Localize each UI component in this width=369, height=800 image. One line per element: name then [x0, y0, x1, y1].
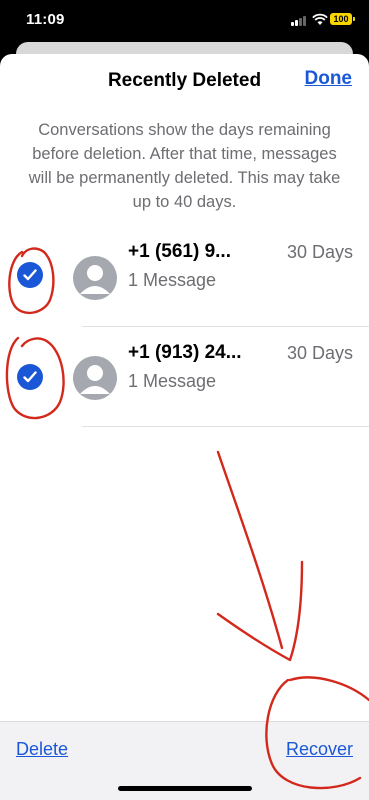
- days-remaining: 30 Days: [286, 343, 353, 363]
- conversation-name: +1 (561) 9...: [128, 241, 231, 262]
- conversation-name: +1 (913) 24...: [128, 342, 242, 363]
- days-remaining: 30 Days: [286, 242, 353, 262]
- recently-deleted-sheet: Recently Deleted Done Conversations show…: [0, 54, 369, 800]
- status-bar: 11:09 100: [0, 0, 369, 44]
- recover-button[interactable]: Recover: [286, 739, 353, 760]
- delete-button[interactable]: Delete: [16, 739, 68, 760]
- conversation-row[interactable]: +1 (561) 9... 30 Days 1 Message: [0, 224, 369, 324]
- checkbox-selected[interactable]: [17, 364, 43, 390]
- conversation-row[interactable]: +1 (913) 24... 30 Days 1 Message: [0, 326, 369, 426]
- message-count: 1 Message: [128, 270, 217, 290]
- checkbox-selected[interactable]: [17, 262, 43, 288]
- divider: [82, 426, 369, 427]
- contact-avatar-icon: [73, 356, 117, 400]
- wifi-icon: [312, 13, 328, 25]
- cellular-signal-icon: [291, 15, 309, 26]
- battery-icon: 100: [330, 13, 355, 25]
- status-time: 11:09: [26, 11, 65, 28]
- contact-avatar-icon: [73, 256, 117, 300]
- home-indicator: [118, 786, 252, 791]
- done-button[interactable]: Done: [305, 68, 353, 90]
- checkmark-icon: [23, 371, 37, 383]
- message-count: 1 Message: [128, 371, 217, 391]
- checkmark-icon: [23, 269, 37, 281]
- description-text: Conversations show the days remaining be…: [28, 121, 341, 211]
